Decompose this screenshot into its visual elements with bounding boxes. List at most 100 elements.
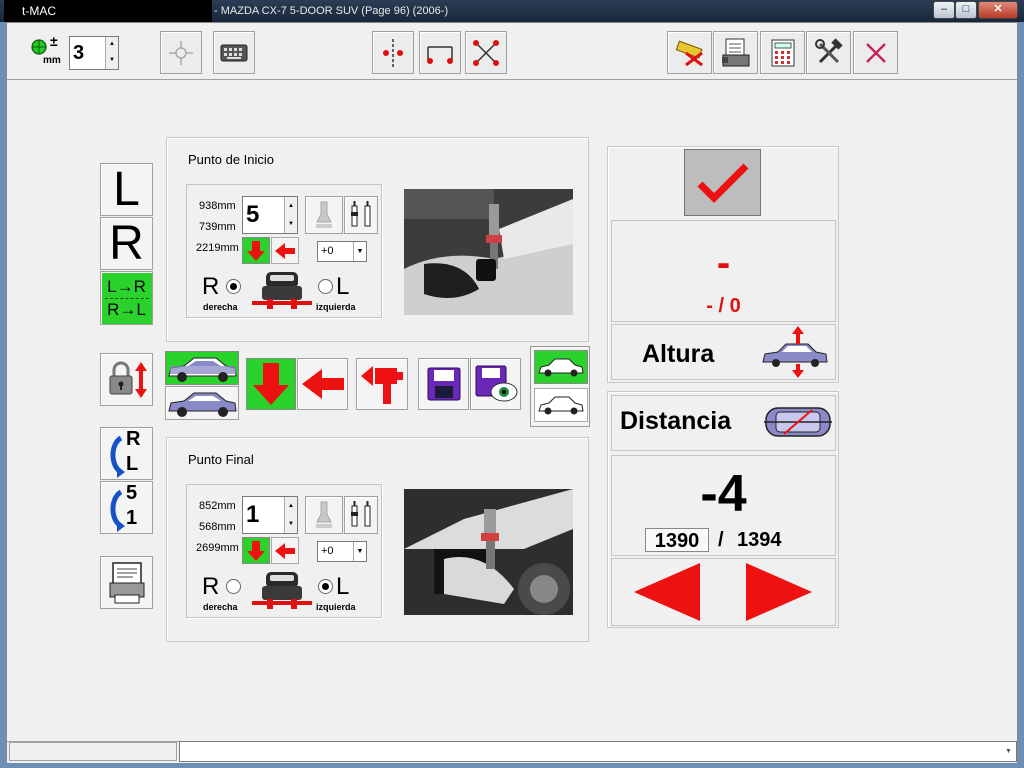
view-bottom-button[interactable] [534,388,588,422]
start-left-radio[interactable] [318,279,333,294]
right-triangle-icon [746,563,812,621]
start-point-title: Punto de Inicio [188,152,275,167]
tolerance-symbol: ± [50,33,58,49]
end-offset-select[interactable]: +0 ▼ [317,541,367,562]
vertical-measure-button[interactable] [372,31,414,74]
start-meas1: 938mm [199,200,236,212]
print-setup-button[interactable] [713,31,758,74]
crosshair-icon [169,40,193,65]
end-right-radio[interactable] [226,579,241,594]
left-side-button[interactable]: L [100,163,153,216]
end-point-spinner[interactable]: 1 ▲ ▼ [242,496,298,534]
view-top-button[interactable] [534,350,588,384]
start-offset-value: +0 [321,245,334,257]
red-attachment-button[interactable] [356,358,408,410]
end-offset-value: +0 [321,545,334,557]
left-arrow-big-button[interactable] [297,358,348,410]
spinner-down-icon[interactable]: ▼ [285,515,297,533]
end-attachment-button[interactable] [305,496,343,534]
report-button[interactable] [100,556,153,609]
spinner-up-icon[interactable]: ▲ [285,197,297,215]
tools-button[interactable] [806,31,851,74]
crosshair-button[interactable] [160,31,202,74]
car-lower-view-button[interactable] [165,386,239,420]
keyboard-icon [220,44,248,61]
adapter-icon [351,201,371,227]
spinner-down-icon[interactable]: ▼ [285,215,297,233]
maximize-button[interactable]: □ [955,1,977,19]
swap-rl-button[interactable]: R L [100,427,153,480]
start-meas3: 2219mm [196,242,239,254]
end-adapter-button[interactable] [344,496,378,534]
distance-separator: / [718,529,724,551]
save-view-button[interactable] [470,358,521,410]
ruler-delete-button[interactable] [667,31,712,74]
lock-height-button[interactable] [100,353,153,406]
distance-label: Distancia [620,407,732,435]
distance-value: -4 [700,465,747,523]
diagonal-measure-button[interactable] [465,31,507,74]
status-combo[interactable]: ▼ [179,741,1017,762]
right-side-button[interactable]: R [100,217,153,270]
document-title: - MAZDA CX-7 5-DOOR SUV (Page 96) (2006-… [214,5,449,17]
start-point-value: 5 [246,201,260,228]
lr-swap-button[interactable]: L→R R→L [100,271,153,325]
spinner-up-icon[interactable]: ▲ [285,497,297,515]
swap-51-button[interactable]: 5 1 [100,481,153,534]
tolerance-unit: mm [43,55,61,66]
car-front-icon [252,572,312,609]
horizontal-measure-button[interactable] [419,31,461,74]
minimize-button[interactable]: – [933,1,955,19]
swap-rl-top: R [126,428,141,450]
window-close-button[interactable]: ✕ [978,1,1018,19]
diagonal-measure-icon [473,39,499,66]
calculator-button[interactable] [760,31,805,74]
end-meas3: 2699mm [196,542,239,554]
car-side-icon [168,357,237,382]
end-down-arrow-button[interactable] [242,537,270,564]
end-left-radio[interactable] [318,579,333,594]
end-left-arrow-button[interactable] [271,537,299,564]
start-point-spinner[interactable]: 5 ▲ ▼ [242,196,298,234]
close-tool-button[interactable] [853,31,898,74]
end-point-photo [404,489,573,615]
lr-swap-line2: R→L [107,299,146,319]
status-left [9,742,177,761]
start-attachment-button[interactable] [305,196,343,234]
save-button[interactable] [418,358,469,410]
car-side-icon [538,358,584,377]
spinner-down-icon[interactable]: ▼ [106,53,118,69]
start-down-arrow-button[interactable] [242,237,270,264]
chevron-down-icon: ▼ [353,542,366,561]
start-right-radio[interactable] [226,279,241,294]
swap-rl-icon [110,435,125,478]
start-offset-select[interactable]: +0 ▼ [317,241,367,262]
car-front-icon [252,272,312,309]
car-height-icon [762,326,828,378]
tolerance-spinner[interactable]: 3 ▲ ▼ [69,36,119,70]
end-meas2: 568mm [199,521,236,533]
print-setup-icon [721,38,749,66]
down-arrow-big-button[interactable] [246,358,296,410]
start-point-photo [404,189,573,315]
calculator-icon [771,39,794,66]
lock-height-icon [109,361,147,398]
start-left-arrow-button[interactable] [271,237,299,264]
keyboard-button[interactable] [213,31,255,74]
car-side-icon [168,392,237,417]
start-right-label: derecha [203,302,238,312]
tolerance-value: 3 [73,42,85,64]
next-button[interactable] [723,559,835,625]
swap-51-icon [110,489,125,532]
confirm-button[interactable] [684,149,761,216]
end-point-value: 1 [246,501,260,528]
distance-measured: 1390 [645,528,709,552]
previous-button[interactable] [612,559,721,625]
spinner-up-icon[interactable]: ▲ [106,37,118,53]
left-arrow-icon [275,242,295,259]
car-upper-view-button[interactable] [165,351,239,385]
checkmark-icon [697,163,748,203]
swap-rl-bottom: L [126,453,139,475]
end-meas1: 852mm [199,500,236,512]
start-adapter-button[interactable] [344,196,378,234]
